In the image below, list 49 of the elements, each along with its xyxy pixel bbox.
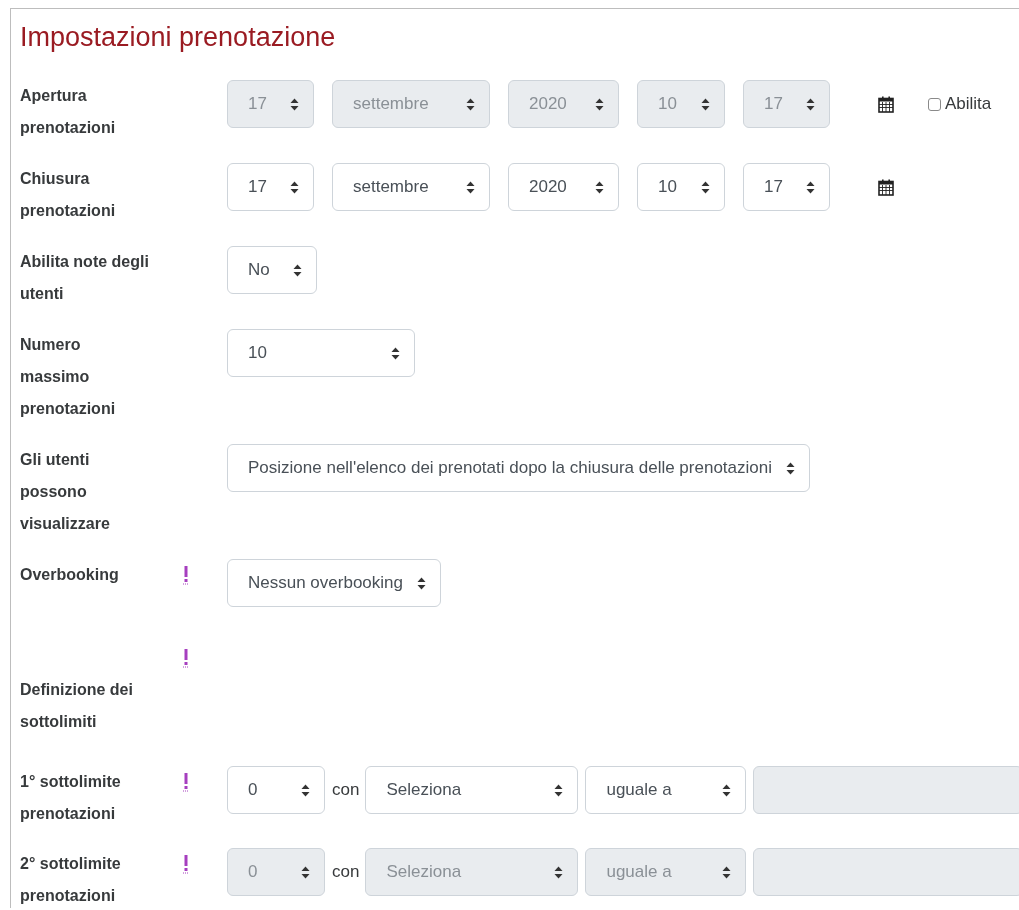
connector-text: con xyxy=(332,779,360,802)
updown-caret-icon xyxy=(290,97,299,111)
updown-caret-icon xyxy=(786,461,795,475)
field-label: Apertura prenotazioni xyxy=(20,86,117,138)
select-dropdown[interactable]: 17 xyxy=(227,163,314,211)
field-label: Chiusura prenotazioni xyxy=(20,169,117,221)
field-label: 1° sottolimite prenotazioni xyxy=(20,772,122,824)
updown-caret-icon xyxy=(806,180,815,194)
required-icon xyxy=(182,772,190,792)
field-label: 2° sottolimite prenotazioni xyxy=(20,854,122,906)
required-icon xyxy=(182,854,190,874)
updown-caret-icon xyxy=(417,576,426,590)
field-label: Numero massimo prenotazioni xyxy=(20,335,117,419)
select-dropdown[interactable]: settembre xyxy=(332,163,490,211)
select-dropdown[interactable]: 0 xyxy=(227,766,325,814)
select-dropdown[interactable]: Nessun overbooking xyxy=(227,559,441,607)
field-label: Definizione dei sottolimiti xyxy=(20,680,134,732)
updown-caret-icon xyxy=(554,783,564,797)
select-dropdown[interactable]: 17 xyxy=(743,163,830,211)
updown-caret-icon xyxy=(595,180,604,194)
select-dropdown[interactable]: 10 xyxy=(637,163,725,211)
select-dropdown[interactable]: 10 xyxy=(227,329,415,377)
connector-text: con xyxy=(332,861,360,884)
updown-caret-icon xyxy=(466,180,475,194)
updown-caret-icon xyxy=(806,97,815,111)
required-icon xyxy=(182,565,190,585)
updown-caret-icon xyxy=(722,783,732,797)
updown-caret-icon xyxy=(595,97,604,111)
calendar-icon[interactable] xyxy=(878,178,894,196)
select-dropdown[interactable]: Posizione nell'elenco dei prenotati dopo la chiusura delle prenotazioni xyxy=(227,444,810,492)
select-dropdown[interactable]: 2020 xyxy=(508,163,619,211)
field-label: Overbooking xyxy=(20,565,120,585)
section-title: Impostazioni prenotazione xyxy=(20,21,336,53)
select-dropdown[interactable]: uguale a xyxy=(585,766,747,814)
updown-caret-icon xyxy=(293,263,302,277)
updown-caret-icon xyxy=(301,865,310,879)
updown-caret-icon xyxy=(391,346,400,360)
field-label: Abilita note degli utenti xyxy=(20,252,150,304)
updown-caret-icon xyxy=(290,180,299,194)
updown-caret-icon xyxy=(722,865,732,879)
updown-caret-icon xyxy=(701,180,710,194)
updown-caret-icon xyxy=(466,97,475,111)
field-label: Gli utenti possono visualizzare xyxy=(20,450,111,534)
select-dropdown[interactable]: Seleziona xyxy=(365,766,579,814)
updown-caret-icon xyxy=(554,865,564,879)
required-icon xyxy=(182,648,190,668)
updown-caret-icon xyxy=(301,783,310,797)
select-dropdown[interactable]: No xyxy=(227,246,317,294)
updown-caret-icon xyxy=(701,97,710,111)
